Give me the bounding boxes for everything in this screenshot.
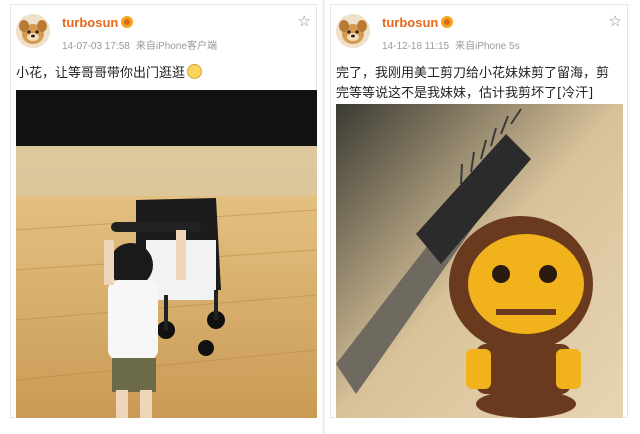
post-source[interactable]: 来自iPhone 5s [455, 41, 519, 52]
avatar[interactable] [16, 14, 50, 48]
post-date: 14-12-18 11:15 [382, 41, 450, 52]
post-photo[interactable] [16, 90, 317, 418]
dog-avatar-icon [16, 14, 50, 48]
username-text[interactable]: turbosun [62, 15, 118, 30]
post-text: 小花，让等哥哥带你出门逛逛 [16, 64, 309, 84]
weibo-post-card-1: turbosun 14-07-03 17:58 来自iPhone客户端 ☆ 小花，… [10, 4, 317, 418]
post-header: turbosun 14-07-03 17:58 来自iPhone客户端 ☆ [10, 4, 317, 62]
star-outline-icon[interactable]: ☆ [298, 14, 311, 29]
photo-toddler-stroller [16, 90, 317, 418]
post-header: turbosun 14-12-18 11:15 来自iPhone 5s ☆ [330, 4, 628, 62]
username[interactable]: turbosun [62, 15, 134, 30]
post-text-content: 小花，让等哥哥带你出门逛逛 [16, 66, 186, 81]
card-divider [322, 0, 325, 434]
photo-comb-monkey-figure [336, 104, 623, 418]
username[interactable]: turbosun [382, 15, 454, 30]
post-meta: 14-07-03 17:58 来自iPhone客户端 [62, 37, 217, 52]
dog-avatar-icon [336, 14, 370, 48]
post-date: 14-07-03 17:58 [62, 41, 130, 52]
post-photo[interactable] [336, 104, 623, 418]
username-text[interactable]: turbosun [382, 15, 438, 30]
post-text: 完了，我刚用美工剪刀给小花妹妹剪了留海，剪完等等说这不是我妹妹，估计我剪坏了[冷… [336, 64, 620, 104]
smile-emoticon-icon [187, 64, 203, 79]
verified-badge-icon [441, 16, 454, 28]
post-source[interactable]: 来自iPhone客户端 [136, 41, 217, 52]
verified-badge-icon [121, 16, 134, 28]
star-outline-icon[interactable]: ☆ [609, 14, 622, 29]
weibo-post-card-2: turbosun 14-12-18 11:15 来自iPhone 5s ☆ 完了，… [330, 4, 628, 418]
post-meta: 14-12-18 11:15 来自iPhone 5s [382, 37, 520, 52]
post-text-content: 完了，我刚用美工剪刀给小花妹妹剪了留海，剪完等等说这不是我妹妹，估计我剪坏了[冷… [336, 66, 610, 101]
avatar[interactable] [336, 14, 370, 48]
